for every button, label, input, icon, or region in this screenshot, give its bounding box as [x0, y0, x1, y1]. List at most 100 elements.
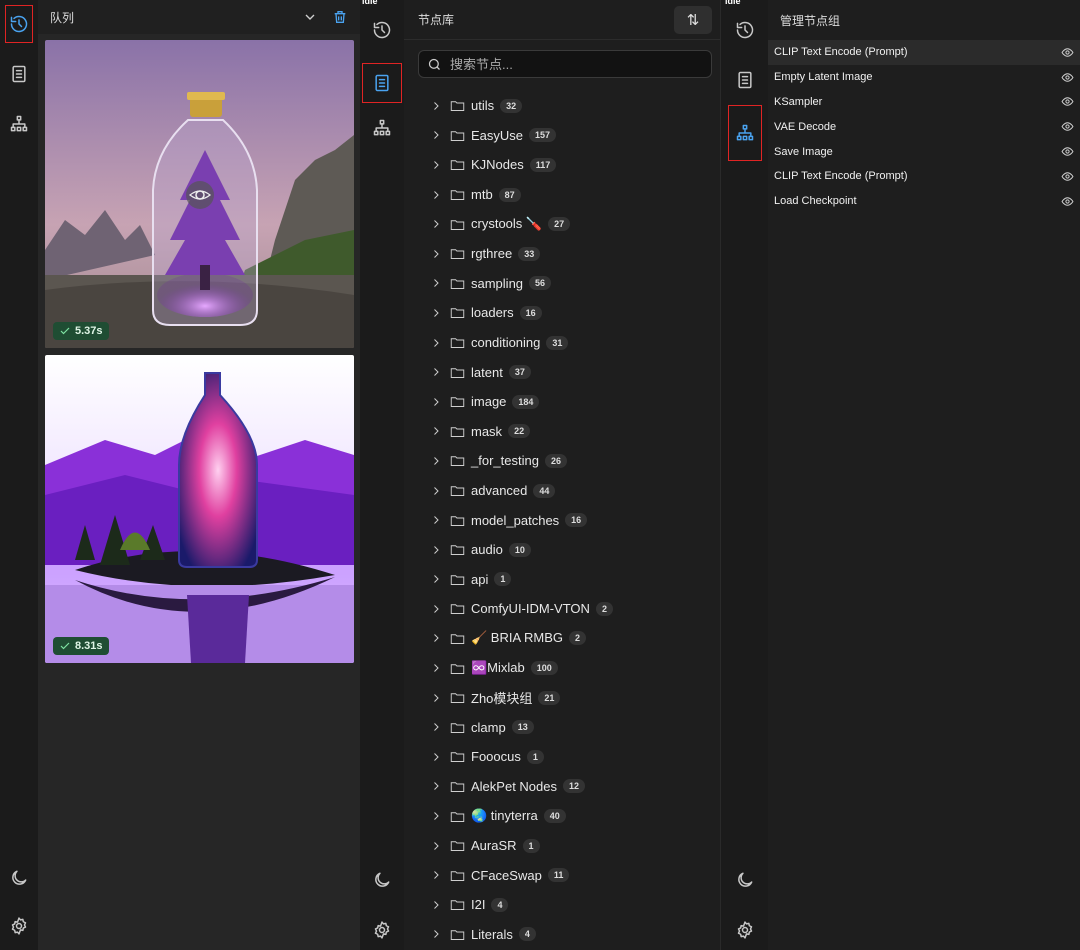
- search-box[interactable]: [418, 50, 712, 78]
- eye-icon[interactable]: [1061, 195, 1074, 208]
- chevron-right-icon[interactable]: [430, 721, 442, 733]
- folder-item[interactable]: api 1: [404, 565, 720, 595]
- chevron-right-icon[interactable]: [430, 780, 442, 792]
- folder-item[interactable]: clamp 13: [404, 712, 720, 742]
- folder-item[interactable]: KJNodes 117: [404, 150, 720, 180]
- chevron-right-icon[interactable]: [430, 869, 442, 881]
- folder-item[interactable]: audio 10: [404, 535, 720, 565]
- node-list-item[interactable]: Save Image: [768, 139, 1080, 164]
- folder-item[interactable]: sampling 56: [404, 269, 720, 299]
- node-list-item[interactable]: VAE Decode: [768, 114, 1080, 139]
- folder-item[interactable]: I2I 4: [404, 890, 720, 920]
- node-library-tab-button[interactable]: [1, 56, 37, 92]
- chevron-right-icon[interactable]: [430, 159, 442, 171]
- chevron-right-icon[interactable]: [430, 514, 442, 526]
- chevron-right-icon[interactable]: [430, 248, 442, 260]
- node-list-item[interactable]: KSampler: [768, 90, 1080, 115]
- folder-item[interactable]: _for_testing 26: [404, 446, 720, 476]
- chevron-right-icon[interactable]: [430, 603, 442, 615]
- chevron-right-icon[interactable]: [430, 396, 442, 408]
- folder-icon: [450, 634, 465, 644]
- eye-icon[interactable]: [1061, 71, 1074, 84]
- node-list-item[interactable]: Load Checkpoint: [768, 189, 1080, 214]
- chevron-right-icon[interactable]: [430, 366, 442, 378]
- chevron-right-icon[interactable]: [430, 662, 442, 674]
- history-tab-button[interactable]: [5, 5, 33, 43]
- chevron-down-icon[interactable]: [302, 9, 318, 25]
- search-input[interactable]: [450, 56, 690, 72]
- chevron-right-icon[interactable]: [430, 632, 442, 644]
- folder-item[interactable]: ComfyUI-IDM-VTON 2: [404, 594, 720, 624]
- theme-toggle-button[interactable]: [364, 862, 400, 898]
- folder-item[interactable]: CFaceSwap 11: [404, 860, 720, 890]
- chevron-right-icon[interactable]: [430, 455, 442, 467]
- folder-item[interactable]: EasyUse 157: [404, 121, 720, 151]
- chevron-right-icon[interactable]: [430, 100, 442, 112]
- node-list-item[interactable]: CLIP Text Encode (Prompt): [768, 164, 1080, 189]
- folder-item[interactable]: rgthree 33: [404, 239, 720, 269]
- folder-item[interactable]: ♾️Mixlab 100: [404, 653, 720, 683]
- settings-button[interactable]: [1, 908, 37, 944]
- chevron-right-icon[interactable]: [430, 928, 442, 940]
- eye-icon[interactable]: [1061, 170, 1074, 183]
- queue-result-image[interactable]: 8.31s: [45, 355, 354, 663]
- node-library-tab-button[interactable]: [362, 63, 402, 103]
- eye-icon[interactable]: [1061, 120, 1074, 133]
- folder-item[interactable]: advanced 44: [404, 476, 720, 506]
- chevron-right-icon[interactable]: [430, 189, 442, 201]
- chevron-right-icon[interactable]: [430, 899, 442, 911]
- folder-item[interactable]: image 184: [404, 387, 720, 417]
- chevron-right-icon[interactable]: [430, 573, 442, 585]
- eye-icon[interactable]: [1061, 145, 1074, 158]
- history-tab-button[interactable]: [364, 12, 400, 48]
- settings-button[interactable]: [727, 912, 763, 948]
- eye-icon[interactable]: [1061, 95, 1074, 108]
- folder-item[interactable]: 🧹 BRIA RMBG 2: [404, 624, 720, 654]
- settings-button[interactable]: [364, 912, 400, 948]
- eye-icon[interactable]: [1061, 46, 1074, 59]
- chevron-right-icon[interactable]: [430, 425, 442, 437]
- folder-count-badge: 2: [595, 601, 613, 616]
- folder-item[interactable]: Fooocus 1: [404, 742, 720, 772]
- folder-item[interactable]: model_patches 16: [404, 505, 720, 535]
- folder-item[interactable]: 🌏 tinyterra 40: [404, 801, 720, 831]
- node-tree-tab-button[interactable]: [364, 110, 400, 146]
- chevron-right-icon[interactable]: [430, 692, 442, 704]
- chevron-right-icon[interactable]: [430, 337, 442, 349]
- node-list-item[interactable]: Empty Latent Image: [768, 65, 1080, 90]
- folder-item[interactable]: AlekPet Nodes 12: [404, 772, 720, 802]
- chevron-right-icon[interactable]: [430, 277, 442, 289]
- folder-item[interactable]: Zho模块组 21: [404, 683, 720, 713]
- node-library-tab-button[interactable]: [727, 62, 763, 98]
- chevron-right-icon[interactable]: [430, 485, 442, 497]
- folder-name: _for_testing: [471, 453, 539, 469]
- theme-toggle-button[interactable]: [727, 862, 763, 898]
- chevron-right-icon[interactable]: [430, 544, 442, 556]
- folder-item[interactable]: mtb 87: [404, 180, 720, 210]
- folder-item[interactable]: loaders 16: [404, 298, 720, 328]
- trash-icon[interactable]: [332, 9, 348, 25]
- folder-item[interactable]: mask 22: [404, 417, 720, 447]
- duration-badge: 5.37s: [53, 322, 109, 340]
- history-tab-button[interactable]: [727, 12, 763, 48]
- chevron-right-icon[interactable]: [430, 307, 442, 319]
- folder-item[interactable]: utils 32: [404, 91, 720, 121]
- folder-item[interactable]: crystools 🪛 27: [404, 209, 720, 239]
- sort-button[interactable]: ⇅: [674, 5, 712, 34]
- node-tree-tab-button[interactable]: [1, 106, 37, 142]
- queue-result-image[interactable]: 5.37s: [45, 40, 354, 348]
- folder-item[interactable]: AuraSR 1: [404, 831, 720, 861]
- chevron-right-icon[interactable]: [430, 218, 442, 230]
- chevron-right-icon[interactable]: [430, 751, 442, 763]
- theme-toggle-button[interactable]: [1, 860, 37, 896]
- chevron-right-icon[interactable]: [430, 810, 442, 822]
- folder-item[interactable]: conditioning 31: [404, 328, 720, 358]
- chevron-right-icon[interactable]: [430, 129, 442, 141]
- folder-name: clamp: [471, 719, 506, 735]
- folder-count-badge: 33: [518, 246, 541, 261]
- folder-item[interactable]: latent 37: [404, 357, 720, 387]
- chevron-right-icon[interactable]: [430, 840, 442, 852]
- node-tree-tab-button[interactable]: [727, 105, 762, 161]
- folder-item[interactable]: Literals 4: [404, 920, 720, 950]
- node-list-item[interactable]: CLIP Text Encode (Prompt): [768, 40, 1080, 65]
